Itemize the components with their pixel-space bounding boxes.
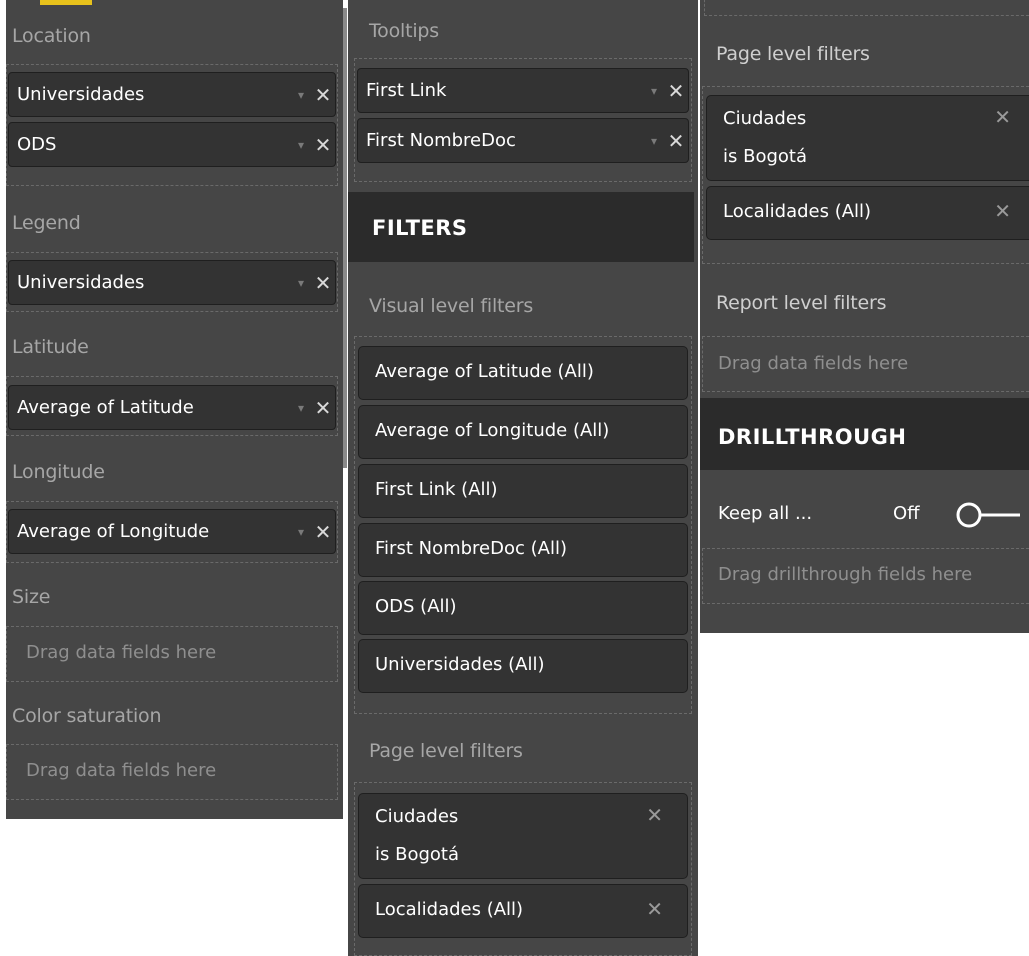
filter-card-label: ODS (All) <box>375 596 457 617</box>
field-label: Average of Latitude <box>17 397 194 418</box>
fields-pane-scrollbar[interactable] <box>343 8 347 468</box>
toggle-off-icon <box>956 502 1020 528</box>
chevron-down-icon[interactable]: ▾ <box>291 138 311 152</box>
longitude-label: Longitude <box>12 461 105 483</box>
legend-field-universidades[interactable]: Universidades ▾ ✕ <box>8 260 336 305</box>
color-saturation-label: Color saturation <box>12 705 162 727</box>
visual-filter-card[interactable]: Universidades (All) <box>358 639 688 693</box>
drillthrough-header: DRILLTHROUGH <box>700 398 1029 470</box>
accent-tab <box>40 0 92 5</box>
filter-card-label: Universidades (All) <box>375 654 545 675</box>
visual-filter-card[interactable]: Average of Latitude (All) <box>358 346 688 400</box>
latitude-field[interactable]: Average of Latitude ▾ ✕ <box>8 385 336 430</box>
filters-pane-right: Page level filters Ciudades ✕ is Bogotá … <box>700 0 1029 633</box>
report-level-drop-hint: Drag data fields here <box>718 353 909 374</box>
field-label: First NombreDoc <box>366 130 516 151</box>
report-level-filters-label: Report level filters <box>716 292 887 314</box>
close-icon[interactable]: ✕ <box>646 803 663 827</box>
chevron-down-icon[interactable]: ▾ <box>291 401 311 415</box>
field-label: Universidades <box>17 84 145 105</box>
longitude-field[interactable]: Average of Longitude ▾ ✕ <box>8 509 336 554</box>
tooltips-label: Tooltips <box>369 20 439 42</box>
visual-filter-card[interactable]: ODS (All) <box>358 581 688 635</box>
field-label: Average of Longitude <box>17 521 210 542</box>
filters-pane: Tooltips First Link ▾ ✕ First NombreDoc … <box>348 0 698 956</box>
size-label: Size <box>12 586 51 608</box>
filters-header: FILTERS <box>348 192 694 262</box>
location-label: Location <box>12 25 91 47</box>
visual-level-filters-label: Visual level filters <box>369 295 534 317</box>
filter-card-label: Localidades (All) <box>723 201 872 222</box>
keep-all-state: Off <box>893 503 920 524</box>
close-icon[interactable]: ✕ <box>664 129 688 153</box>
filter-card-localidades[interactable]: Localidades (All) ✕ <box>706 186 1029 240</box>
drillthrough-drop-hint: Drag drillthrough fields here <box>718 564 973 585</box>
filter-card-label: Ciudades <box>723 108 807 129</box>
chevron-down-icon[interactable]: ▾ <box>644 134 664 148</box>
visual-filter-card[interactable]: First NombreDoc (All) <box>358 523 688 577</box>
filter-card-label: First NombreDoc (All) <box>375 538 567 559</box>
visual-filter-card[interactable]: Average of Longitude (All) <box>358 405 688 459</box>
latitude-label: Latitude <box>12 336 89 358</box>
filters-header-title: FILTERS <box>372 216 468 240</box>
close-icon[interactable]: ✕ <box>311 271 335 295</box>
filter-card-label: Average of Latitude (All) <box>375 361 594 382</box>
field-label: First Link <box>366 80 447 101</box>
location-field-ods[interactable]: ODS ▾ ✕ <box>8 122 336 167</box>
filter-card-ciudades[interactable]: Ciudades is Bogotá ✕ <box>358 793 688 879</box>
filter-card-label: Ciudades <box>375 806 459 827</box>
filter-card-label: First Link (All) <box>375 479 498 500</box>
page-level-filters-label: Page level filters <box>716 43 870 65</box>
close-icon[interactable]: ✕ <box>311 133 335 157</box>
filter-card-label: Average of Longitude (All) <box>375 420 610 441</box>
color-saturation-drop-hint: Drag data fields here <box>26 760 217 781</box>
filter-card-localidades[interactable]: Localidades (All) ✕ <box>358 884 688 938</box>
tooltip-field-first-link[interactable]: First Link ▾ ✕ <box>357 68 689 113</box>
chevron-down-icon[interactable]: ▾ <box>291 88 311 102</box>
filter-card-condition: is Bogotá <box>375 844 459 865</box>
keep-all-label: Keep all ... <box>718 503 813 524</box>
filter-card-label: Localidades (All) <box>375 899 524 920</box>
filter-card-ciudades[interactable]: Ciudades ✕ is Bogotá <box>706 95 1029 181</box>
size-drop-hint: Drag data fields here <box>26 642 217 663</box>
close-icon[interactable]: ✕ <box>664 79 688 103</box>
filter-card-condition: is Bogotá <box>723 146 807 167</box>
chevron-down-icon[interactable]: ▾ <box>291 276 311 290</box>
location-field-universidades[interactable]: Universidades ▾ ✕ <box>8 72 336 117</box>
field-label: ODS <box>17 134 57 155</box>
page-level-filters-label: Page level filters <box>369 740 523 762</box>
close-icon[interactable]: ✕ <box>994 199 1011 223</box>
tooltip-field-first-nombredoc[interactable]: First NombreDoc ▾ ✕ <box>357 118 689 163</box>
drillthrough-header-title: DRILLTHROUGH <box>718 425 907 449</box>
chevron-down-icon[interactable]: ▾ <box>291 525 311 539</box>
field-label: Universidades <box>17 272 145 293</box>
close-icon[interactable]: ✕ <box>646 897 663 921</box>
visual-filter-card[interactable]: First Link (All) <box>358 464 688 518</box>
close-icon[interactable]: ✕ <box>311 396 335 420</box>
close-icon[interactable]: ✕ <box>311 520 335 544</box>
chevron-down-icon[interactable]: ▾ <box>644 84 664 98</box>
keep-all-toggle[interactable] <box>954 500 1020 530</box>
legend-label: Legend <box>12 212 81 234</box>
top-well[interactable] <box>704 0 1029 16</box>
close-icon[interactable]: ✕ <box>994 105 1011 129</box>
fields-pane: Location Universidades ▾ ✕ ODS ▾ ✕ Legen… <box>6 0 343 819</box>
close-icon[interactable]: ✕ <box>311 83 335 107</box>
